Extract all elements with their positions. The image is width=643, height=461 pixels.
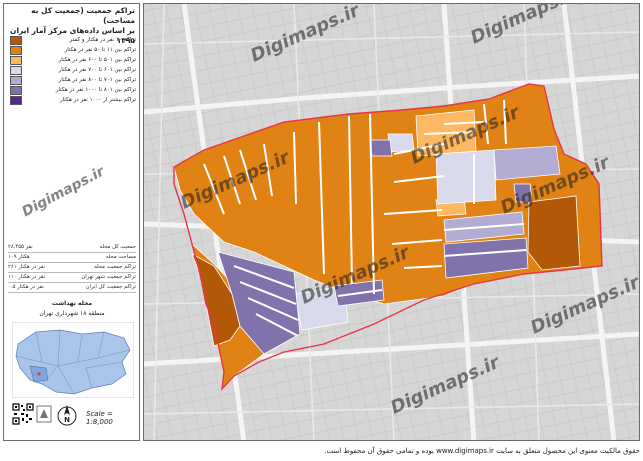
qr-code-icon <box>12 403 34 425</box>
stat-row: تراکم جمعیت شهر تهران ۱۱۰ نفر در هکتار <box>8 273 136 283</box>
logo-icon <box>36 405 52 423</box>
stat-value: ۱۱۰ نفر در هکتار <box>8 274 46 280</box>
legend-label: تراکم بین ۸۰۱ تا ۱۰۰۰ نفر در هکتار <box>55 87 136 93</box>
legend-swatch <box>10 56 22 65</box>
legend-swatch <box>10 86 22 95</box>
neighborhood-name: محله بهداشت <box>51 300 93 307</box>
stat-label: تراکم جمعیت محله <box>94 264 136 270</box>
scale-text: Scale = 1:8,000 <box>86 410 113 426</box>
legend-item: تراکم ۱۰ نفر در هکتار و کمتر <box>10 36 136 46</box>
legend-label: تراکم بین ۱۱ تا ۵۰ نفر در هکتار <box>64 47 136 53</box>
stat-row: تراکم جمعیت کل ایران ۰.۵ نفر در هکتار <box>8 283 136 293</box>
legend-item: تراکم بین ۱۱ تا ۵۰ نفر در هکتار <box>10 46 136 56</box>
legend-label: تراکم بین ۶۰۱ تا ۷۰۰ نفر در هکتار <box>58 67 136 73</box>
locator-map <box>12 322 134 398</box>
stat-value: ۱۰۹ هکتار <box>8 254 30 260</box>
legend-swatch <box>10 76 22 85</box>
legend-label: تراکم ۱۰ نفر در هکتار و کمتر <box>69 37 136 43</box>
legend-item: تراکم بین ۵۰۱ تا ۶۰۰ نفر در هکتار <box>10 56 136 66</box>
stat-row: تراکم جمعیت محله ۲۶۱ نفر در هکتار <box>8 263 136 273</box>
legend-swatch <box>10 96 22 105</box>
legend-label: تراکم بین ۵۰۱ تا ۶۰۰ نفر در هکتار <box>58 57 136 63</box>
legend-item: تراکم بین ۶۰۱ تا ۷۰۰ نفر در هکتار <box>10 66 136 76</box>
stat-row: مساحت محله ۱۰۹ هکتار <box>8 253 136 263</box>
north-label: N <box>64 416 70 424</box>
stat-label: جمعیت کل محله <box>99 244 136 250</box>
stat-label: تراکم جمعیت کل ایران <box>85 284 136 290</box>
density-block <box>369 139 393 157</box>
legend-swatch <box>10 46 22 55</box>
north-arrow-icon: N <box>57 405 77 426</box>
legend-swatch <box>10 66 22 75</box>
legend-label: تراکم بین ۷۰۱ تا ۸۰۰ نفر در هکتار <box>58 77 136 83</box>
stat-value: ۰.۵ نفر در هکتار <box>8 284 44 290</box>
stat-label: مساحت محله <box>105 254 136 260</box>
legend-item: تراکم بین ۷۰۱ تا ۸۰۰ نفر در هکتار <box>10 76 136 86</box>
stat-value: ۲۸,۴۵۵ نفر <box>8 244 33 250</box>
legend-label: تراکم بیشتر از ۱۰۰۰ نفر در هکتار <box>59 97 136 103</box>
stat-value: ۲۶۱ نفر در هکتار <box>8 264 46 270</box>
title-line-1: تراکم جمعیت (جمعیت کل به مساحت) <box>31 6 135 25</box>
map-svg: Digimaps.ir Digimaps.irDigimaps.irDigimap… <box>144 4 639 440</box>
stat-label: تراکم جمعیت شهر تهران <box>81 274 136 280</box>
map-canvas: Digimaps.ir Digimaps.ir Digimaps.ir Digimap… <box>143 3 640 441</box>
copyright-footer: حقوق مالکیت معنوی این محصول متعلق به سای… <box>324 447 640 455</box>
legend-item: تراکم بین ۸۰۱ تا ۱۰۰۰ نفر در هکتار <box>10 86 136 96</box>
density-block <box>527 195 581 271</box>
sidebar-watermark: Digimaps.ir <box>19 163 108 221</box>
legend-item: تراکم بیشتر از ۱۰۰۰ نفر در هکتار <box>10 96 136 106</box>
district-name: منطقه ۱۸ شهرداری تهران <box>39 310 105 317</box>
stat-row: جمعیت کل محله ۲۸,۴۵۵ نفر <box>8 243 136 253</box>
legend-sidebar: تراکم جمعیت (جمعیت کل به مساحت) بر اساس … <box>3 3 140 441</box>
density-block <box>435 149 497 205</box>
legend-swatch <box>10 36 22 45</box>
neighborhood-marker <box>37 372 41 376</box>
